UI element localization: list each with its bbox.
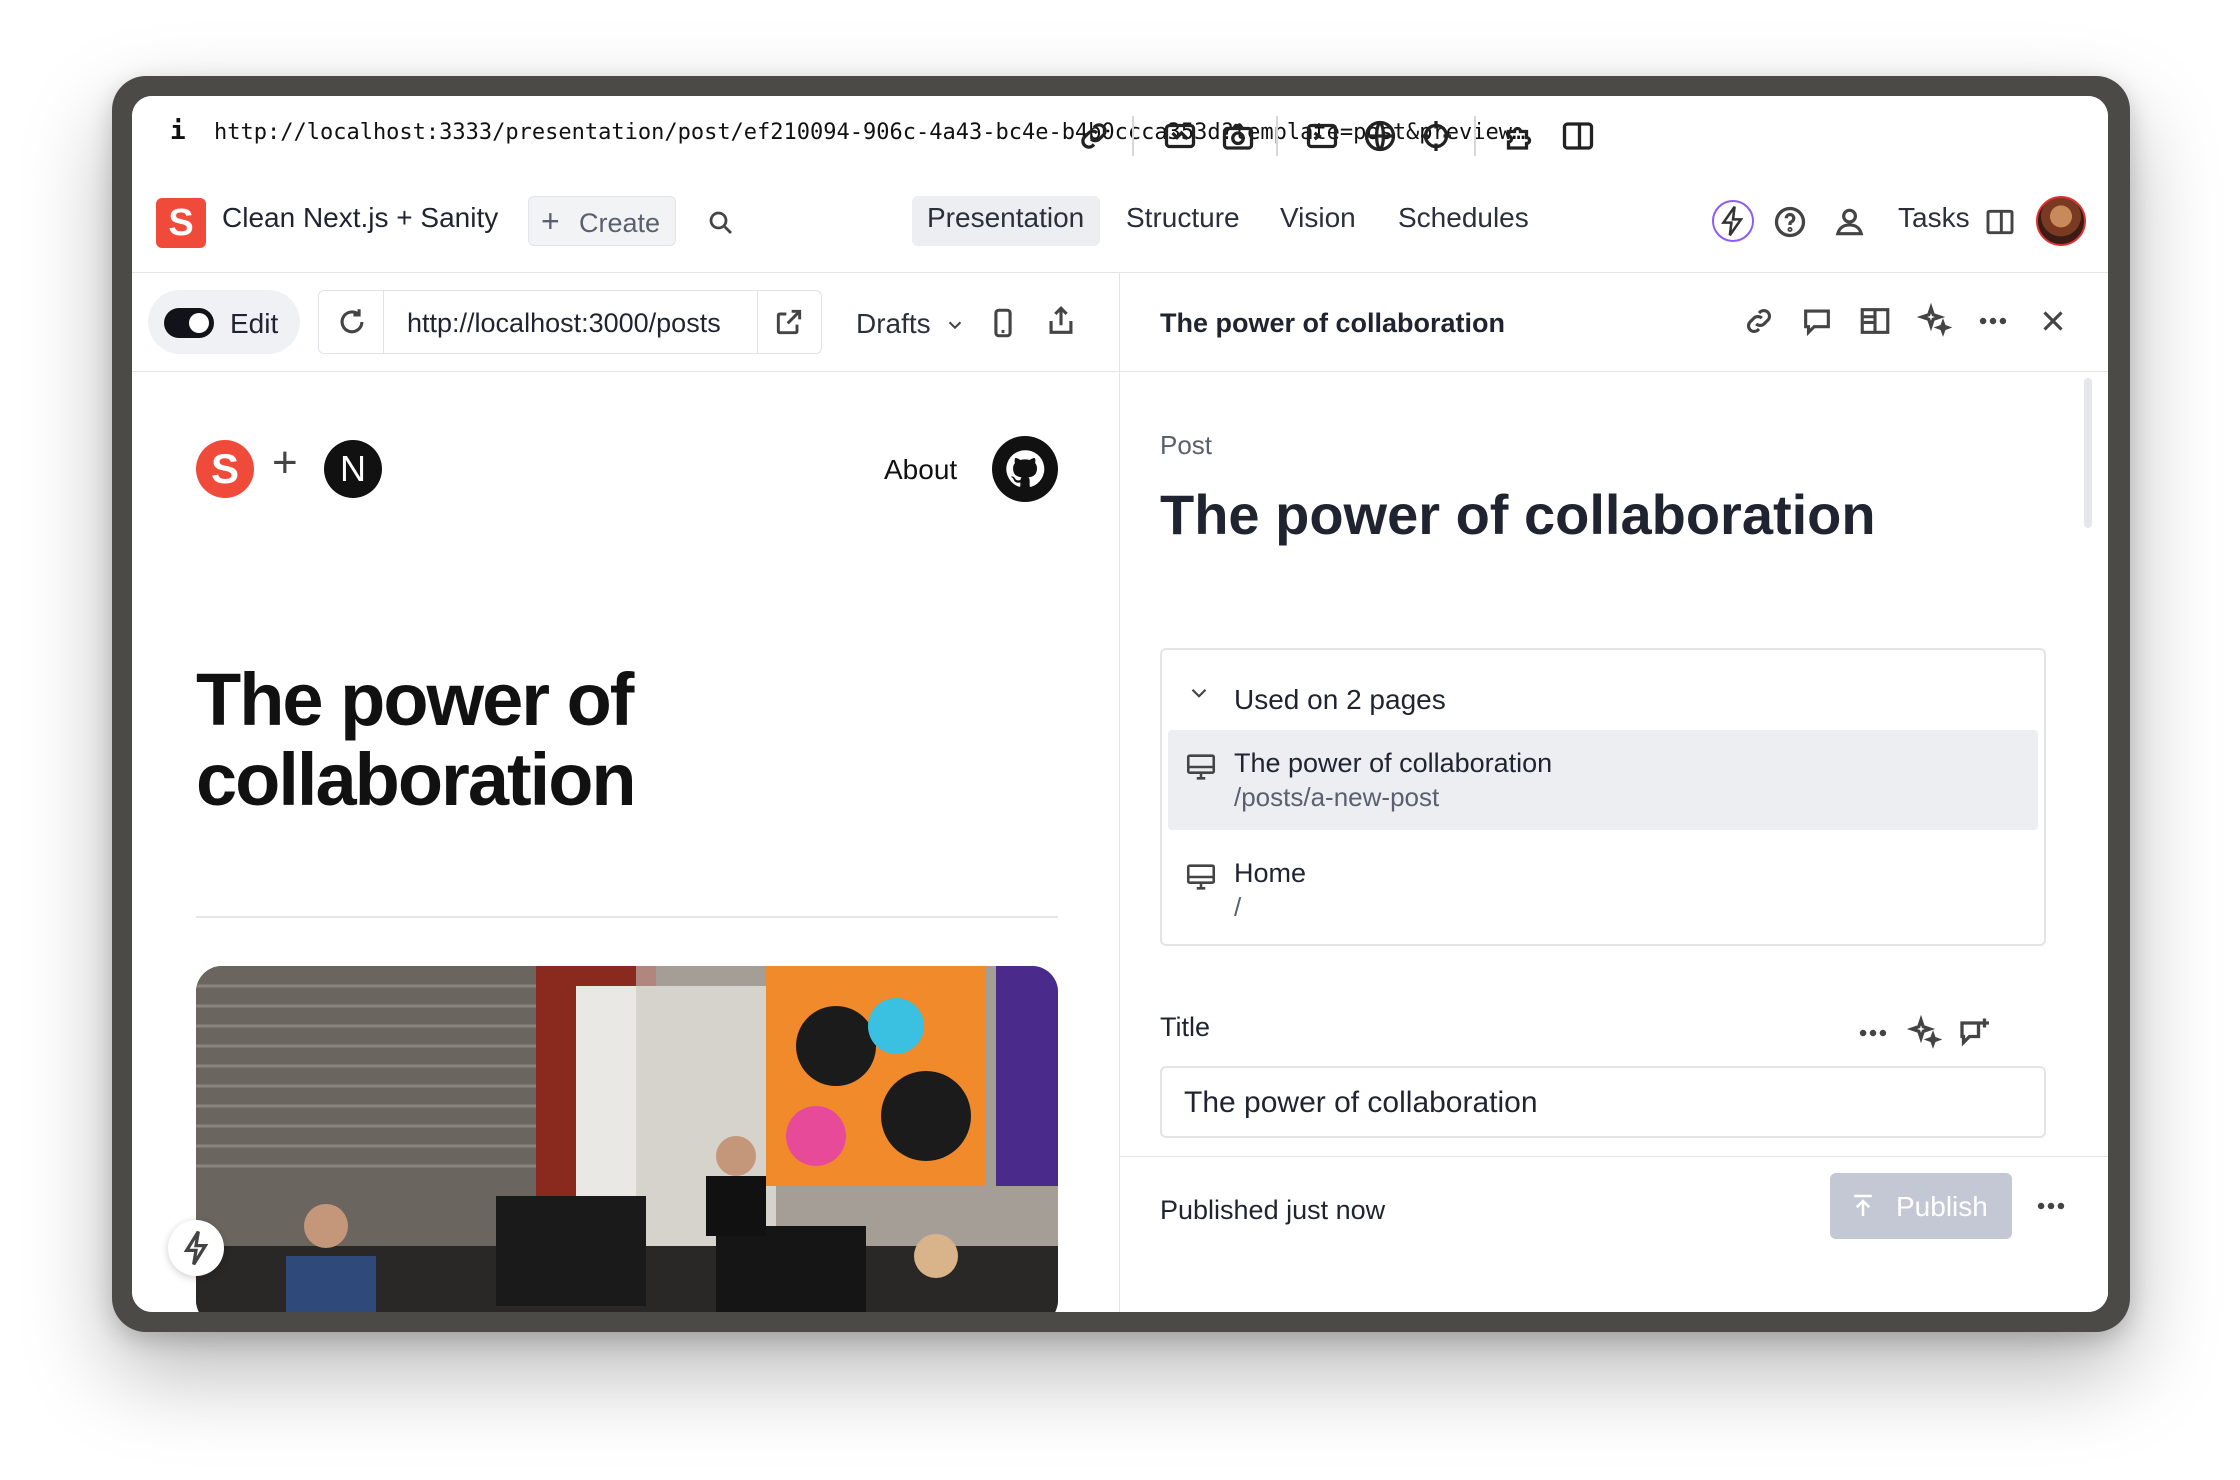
studio-logo[interactable]: S xyxy=(156,198,206,248)
preview-toolbar: Edit http://localhost:3000/posts Drafts xyxy=(132,272,1120,372)
preview-url-group: http://localhost:3000/posts xyxy=(318,290,822,354)
screenshot-area-icon[interactable] xyxy=(1162,118,1198,154)
site-info-icon[interactable]: i xyxy=(170,116,186,146)
studio-title[interactable]: Clean Next.js + Sanity xyxy=(222,202,498,234)
document-type-label: Post xyxy=(1160,430,1213,460)
tasks-button[interactable]: Tasks xyxy=(1898,202,1970,234)
title-field-label: Title xyxy=(1160,1012,1211,1042)
users-icon[interactable] xyxy=(1832,204,1870,240)
comment-icon[interactable] xyxy=(1800,304,1834,338)
document-pane-title: The power of collaboration xyxy=(1160,308,1506,338)
help-icon[interactable] xyxy=(1772,204,1808,240)
more-icon[interactable] xyxy=(2034,1189,2068,1223)
browser-window: i http://localhost:3333/presentation/pos… xyxy=(132,96,2108,1312)
desktop-icon xyxy=(1186,864,1216,890)
search-icon[interactable] xyxy=(706,208,736,238)
used-page-title[interactable]: The power of collaboration xyxy=(1234,748,1552,779)
divider xyxy=(196,916,1058,918)
scrollbar[interactable] xyxy=(2084,378,2092,528)
edit-toggle-switch[interactable] xyxy=(164,308,214,338)
link-icon[interactable] xyxy=(1076,118,1112,154)
toolbar-divider xyxy=(1276,116,1278,156)
studio-navbar: S Clean Next.js + Sanity + Create Presen… xyxy=(132,174,2108,273)
edit-toggle-button[interactable]: Edit xyxy=(148,290,300,354)
refresh-icon[interactable] xyxy=(335,305,369,339)
url-group-divider xyxy=(757,291,758,353)
post-title[interactable]: The power of collaboration xyxy=(196,660,796,820)
about-link[interactable]: About xyxy=(884,454,957,486)
split-view-icon[interactable] xyxy=(1560,118,1596,154)
preview-url-input[interactable]: http://localhost:3000/posts xyxy=(407,308,747,339)
document-pane-header: The power of collaboration xyxy=(1120,272,2108,372)
ai-assist-button[interactable] xyxy=(1712,200,1754,242)
sparkles-icon[interactable] xyxy=(1906,1014,1942,1050)
camera-icon[interactable] xyxy=(1220,118,1256,154)
split-pane-icon[interactable] xyxy=(1858,304,1892,338)
url-group-divider xyxy=(383,291,384,353)
overlay-toggle-button[interactable] xyxy=(168,1220,224,1276)
browser-url-bar: i http://localhost:3333/presentation/pos… xyxy=(132,96,2108,175)
site-logo-sanity[interactable]: S xyxy=(196,440,254,498)
chevron-down-icon[interactable] xyxy=(1186,680,1212,706)
globe-icon[interactable] xyxy=(1362,118,1398,154)
publish-status: Published just now xyxy=(1160,1195,1386,1225)
edit-label: Edit xyxy=(230,308,279,339)
add-comment-icon[interactable] xyxy=(1956,1014,1992,1050)
terminal-icon[interactable] xyxy=(1304,118,1340,154)
desktop-icon xyxy=(1186,754,1216,780)
create-button[interactable]: + Create xyxy=(528,196,676,246)
bolt-icon xyxy=(1721,206,1744,236)
publish-label: Publish xyxy=(1896,1191,1988,1222)
title-input[interactable]: The power of collaboration xyxy=(1160,1066,2046,1138)
title-input-value: The power of collaboration xyxy=(1184,1086,1538,1119)
document-footer: Published just now Publish xyxy=(1120,1156,2108,1312)
used-on-pages-panel: Used on 2 pages The power of collaborati… xyxy=(1160,648,2046,946)
mobile-device-icon[interactable] xyxy=(986,306,1020,340)
publish-button[interactable]: Publish xyxy=(1830,1173,2012,1239)
open-external-icon[interactable] xyxy=(773,306,805,338)
perspective-select[interactable]: Drafts xyxy=(856,308,931,340)
chevron-down-icon[interactable] xyxy=(944,314,966,336)
logo-plus-sign: + xyxy=(272,438,298,487)
used-page-title[interactable]: Home xyxy=(1234,858,1306,889)
avatar[interactable] xyxy=(2036,196,2086,246)
list-item-selected-bg xyxy=(1168,730,2038,830)
used-on-toggle[interactable]: Used on 2 pages xyxy=(1234,684,1446,716)
document-form: Post The power of collaboration Used on … xyxy=(1120,372,2108,1312)
toolbar-divider xyxy=(1132,116,1134,156)
cover-image[interactable] xyxy=(196,966,1058,1312)
crosshair-icon[interactable] xyxy=(1418,118,1454,154)
document-heading: The power of collaboration xyxy=(1160,483,1876,546)
nav-structure[interactable]: Structure xyxy=(1126,202,1240,234)
toolbar-divider xyxy=(1474,116,1476,156)
nav-presentation[interactable]: Presentation xyxy=(927,202,1084,234)
site-logo-next[interactable]: N xyxy=(324,440,382,498)
used-page-path: /posts/a-new-post xyxy=(1234,782,1440,812)
used-page-path: / xyxy=(1234,892,1242,922)
close-icon[interactable] xyxy=(2036,304,2070,338)
sparkles-icon[interactable] xyxy=(1916,302,1952,338)
preview-iframe: S + N About The power of collaboration xyxy=(132,372,1120,1312)
more-icon[interactable] xyxy=(1856,1016,1890,1050)
nav-schedules[interactable]: Schedules xyxy=(1398,202,1529,234)
plus-icon: + xyxy=(541,203,560,239)
tasks-panel-icon[interactable] xyxy=(1984,206,2016,238)
share-icon[interactable] xyxy=(1044,304,1078,338)
nav-vision[interactable]: Vision xyxy=(1280,202,1356,234)
bolt-icon xyxy=(183,1230,209,1266)
publish-icon xyxy=(1854,1194,1872,1216)
link-icon[interactable] xyxy=(1742,304,1776,338)
more-icon[interactable] xyxy=(1976,304,2010,338)
github-icon[interactable] xyxy=(992,436,1058,502)
create-label: Create xyxy=(579,208,661,238)
extensions-icon[interactable] xyxy=(1502,118,1542,154)
